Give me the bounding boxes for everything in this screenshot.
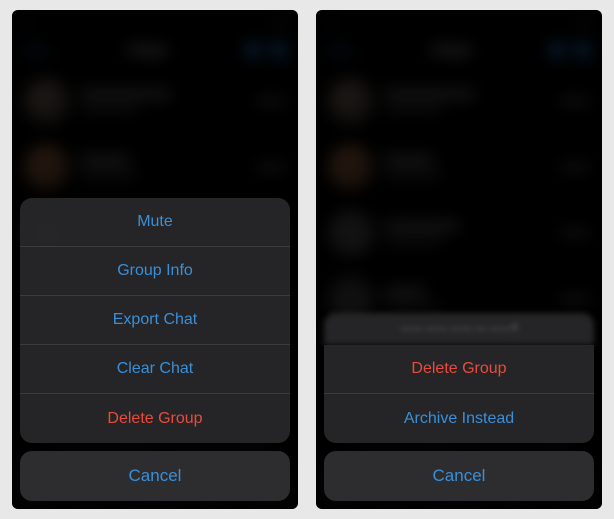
screenshot-right: Edit Chats Your personal messages are en…: [316, 10, 602, 509]
clear-chat-option[interactable]: Clear Chat: [20, 345, 290, 394]
group-info-option[interactable]: Group Info: [20, 247, 290, 296]
screenshot-left: Edit Chats Your personal messages are en…: [12, 10, 298, 509]
action-sheet: Mute Group Info Export Chat Clear Chat D…: [12, 10, 298, 509]
delete-group-option[interactable]: Delete Group: [324, 345, 594, 394]
export-chat-option[interactable]: Export Chat: [20, 296, 290, 345]
confirm-prompt: —— —— —— — ——?: [324, 313, 594, 345]
action-sheet-options: Delete Group Archive Instead: [324, 345, 594, 443]
cancel-button[interactable]: Cancel: [324, 451, 594, 501]
action-sheet: —— —— —— — ——? Delete Group Archive Inst…: [316, 10, 602, 509]
delete-group-option[interactable]: Delete Group: [20, 394, 290, 443]
archive-instead-option[interactable]: Archive Instead: [324, 394, 594, 443]
action-sheet-options: Mute Group Info Export Chat Clear Chat D…: [20, 198, 290, 443]
mute-option[interactable]: Mute: [20, 198, 290, 247]
cancel-button[interactable]: Cancel: [20, 451, 290, 501]
